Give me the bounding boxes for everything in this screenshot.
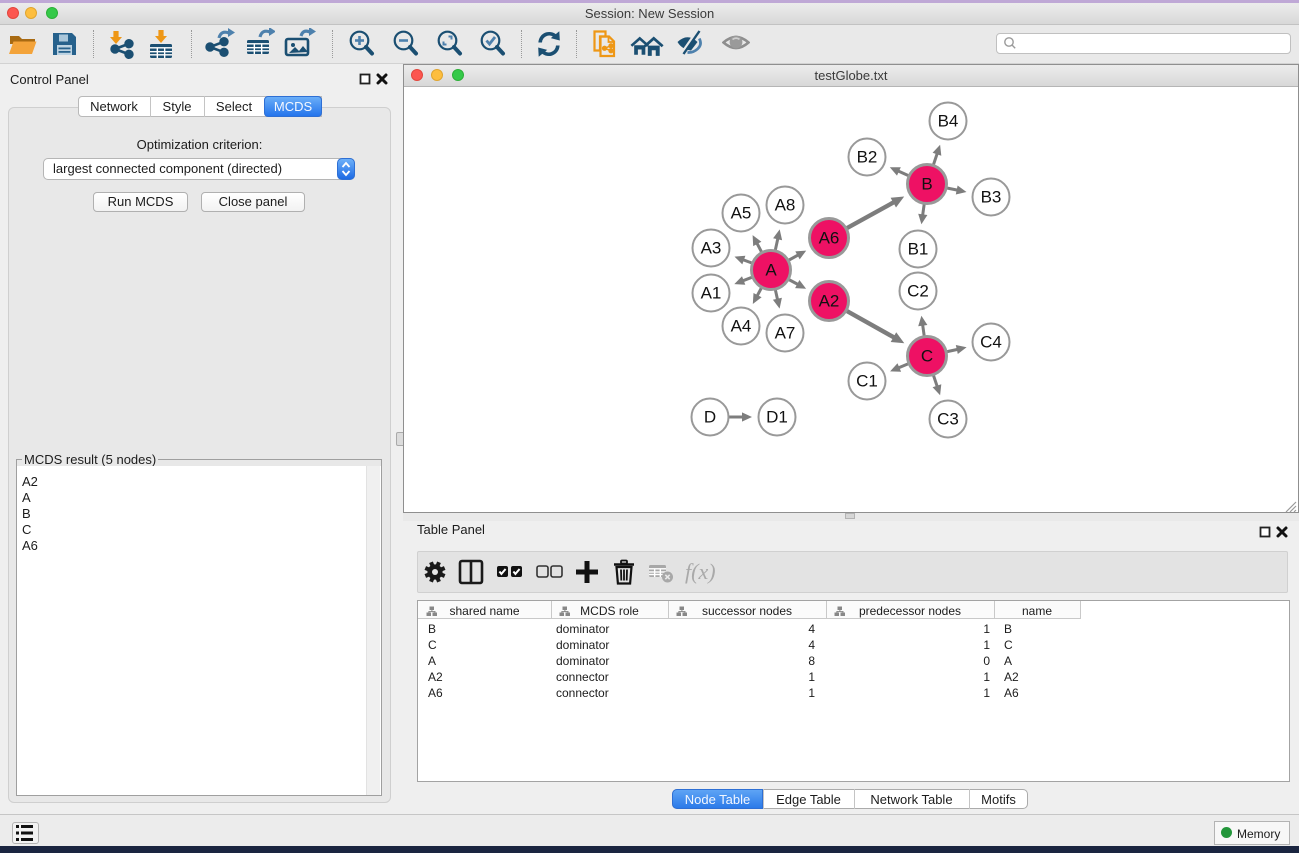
svg-text:A7: A7 (775, 324, 796, 343)
svg-text:D: D (704, 408, 716, 427)
svg-text:B2: B2 (857, 148, 878, 167)
svg-text:A4: A4 (731, 317, 752, 336)
svg-text:C3: C3 (937, 410, 959, 429)
svg-text:A8: A8 (775, 196, 796, 215)
svg-text:A2: A2 (819, 292, 840, 311)
svg-text:D1: D1 (766, 408, 788, 427)
svg-text:B1: B1 (908, 240, 929, 259)
svg-text:A1: A1 (701, 284, 722, 303)
svg-text:C: C (921, 347, 933, 366)
svg-text:A: A (765, 261, 777, 280)
svg-text:B3: B3 (981, 188, 1002, 207)
svg-text:C4: C4 (980, 333, 1002, 352)
svg-text:A5: A5 (731, 204, 752, 223)
svg-text:C2: C2 (907, 282, 929, 301)
svg-text:A3: A3 (701, 239, 722, 258)
svg-text:B4: B4 (938, 112, 959, 131)
svg-text:C1: C1 (856, 372, 878, 391)
svg-text:A6: A6 (819, 229, 840, 248)
svg-text:B: B (921, 175, 932, 194)
